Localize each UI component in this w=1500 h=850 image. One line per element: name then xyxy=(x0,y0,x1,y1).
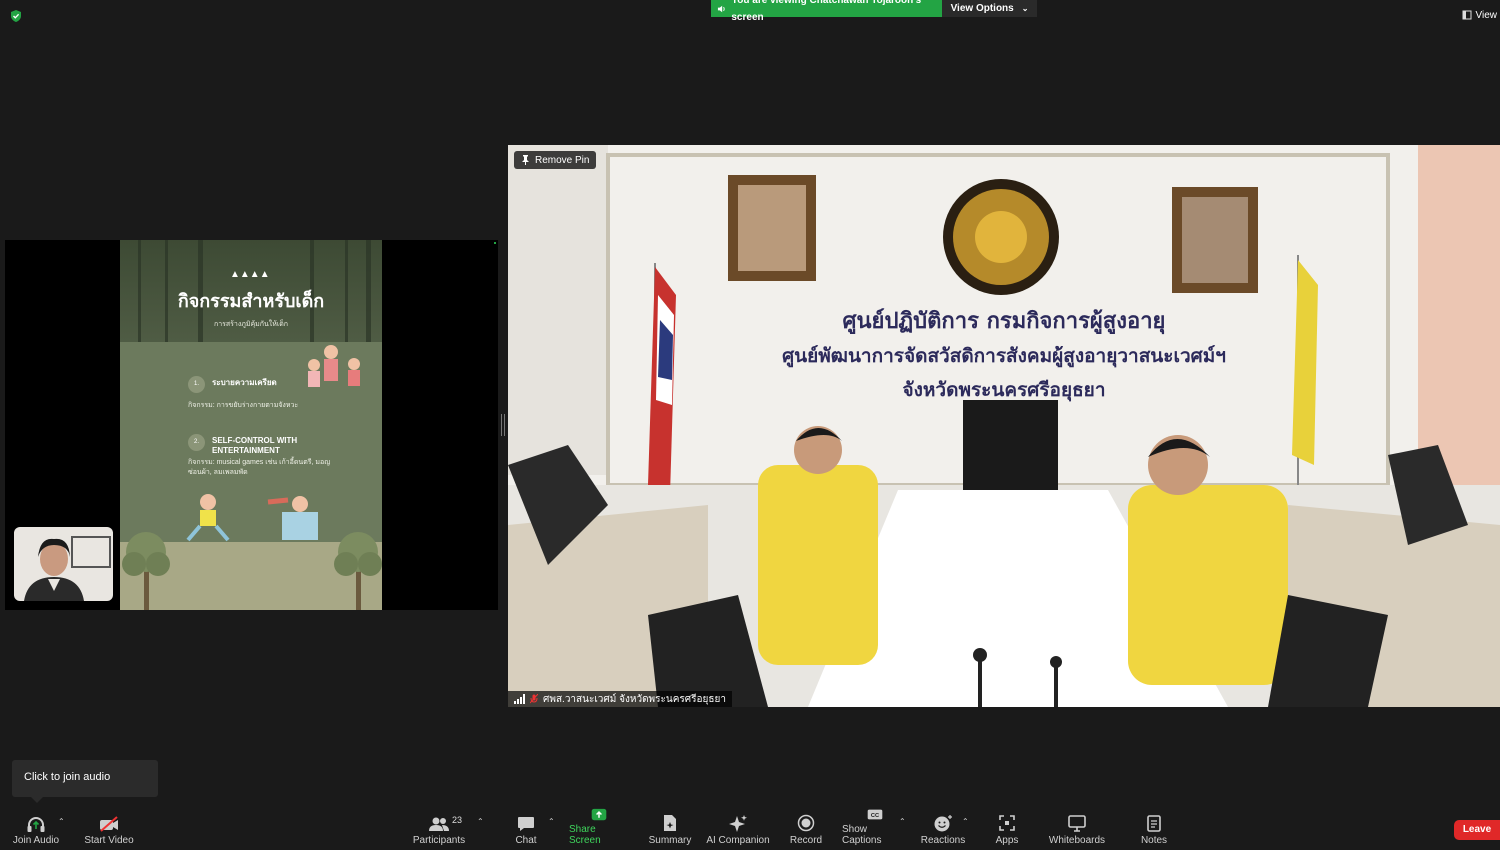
slide-subtitle: การสร้างภูมิคุ้มกันให้เด็ก xyxy=(213,321,289,328)
show-captions-label: Show Captions xyxy=(842,824,882,846)
sparkle-icon xyxy=(729,815,747,832)
item-title: SELF-CONTROL WITH ENTERTAINMENT xyxy=(212,436,298,455)
item-number: 2. xyxy=(188,434,205,451)
participant-name: ศพส.วาสนะเวศม์ จังหวัดพระนครศรีอยุธยา xyxy=(543,693,726,705)
join-audio-button[interactable]: Join Audio xyxy=(10,808,62,850)
view-layout-icon xyxy=(1462,10,1471,20)
chat-button[interactable]: Chat xyxy=(505,808,547,850)
reactions-label: Reactions xyxy=(920,835,966,846)
signal-strength-icon xyxy=(514,694,525,704)
chevron-down-icon: ⌄ xyxy=(1021,4,1029,13)
ai-companion-button[interactable]: AI Companion xyxy=(704,808,772,850)
remove-pin-label: Remove Pin xyxy=(535,154,590,166)
record-icon xyxy=(797,814,815,832)
closed-captions-icon: CC xyxy=(867,809,883,820)
participants-options-caret-icon[interactable]: ⌃ xyxy=(477,817,484,826)
summary-label: Summary xyxy=(648,835,692,846)
main-participant-video[interactable]: Remove Pin ศูนย์ปฏิบัติการ กรมกิจการผู้ส… xyxy=(508,145,1500,707)
whiteboards-label: Whiteboards xyxy=(1048,835,1106,846)
summary-icon xyxy=(664,815,676,831)
whiteboards-button[interactable]: Whiteboards xyxy=(1046,808,1108,850)
show-captions-button[interactable]: CC Show Captions xyxy=(842,808,908,850)
view-button[interactable]: View xyxy=(1462,6,1500,24)
ai-companion-label: AI Companion xyxy=(706,835,770,846)
smiley-icon xyxy=(934,815,952,832)
whiteboard-icon xyxy=(1068,815,1086,832)
join-audio-tooltip[interactable]: Click to join audio xyxy=(12,760,158,797)
slide-title: กิจกรรมสำหรับเด็ก xyxy=(177,291,325,311)
chat-options-caret-icon[interactable]: ⌃ xyxy=(548,817,555,826)
notes-icon xyxy=(1147,815,1161,832)
join-audio-label: Join Audio xyxy=(12,835,60,846)
apps-label: Apps xyxy=(995,835,1019,846)
splitter-handle[interactable] xyxy=(501,414,505,436)
reactions-button[interactable]: Reactions xyxy=(920,808,966,850)
presentation-slide: ▲▲▲▲ กิจกรรมสำหรับเด็ก การสร้างภูมิคุ้มก… xyxy=(120,240,382,610)
summary-button[interactable]: Summary xyxy=(645,808,695,850)
security-shield-icon[interactable] xyxy=(9,9,23,23)
chat-icon xyxy=(518,817,534,831)
record-button[interactable]: Record xyxy=(784,808,828,850)
active-dot xyxy=(494,242,496,244)
item-number: 1. xyxy=(188,376,205,393)
tooltip-arrow xyxy=(31,797,43,803)
apps-icon xyxy=(999,815,1015,831)
viewing-screen-banner: You are viewing Chatchawan Tojaroon's sc… xyxy=(711,0,942,23)
start-video-button[interactable]: Start Video xyxy=(82,808,136,850)
leave-button[interactable]: Leave xyxy=(1454,820,1500,840)
participants-label: Participants xyxy=(412,835,466,846)
share-screen-label: Share Screen xyxy=(569,824,601,846)
mic-muted-icon xyxy=(530,694,538,704)
participants-count: 23 xyxy=(452,815,463,825)
trees-decoration-icon: ▲▲▲▲ xyxy=(230,269,270,280)
pin-icon xyxy=(522,155,529,165)
participants-icon xyxy=(429,817,449,831)
headphones-icon xyxy=(27,817,45,832)
participant-name-tag: ศพส.วาสนะเวศม์ จังหวัดพระนครศรีอยุธยา xyxy=(508,691,732,707)
item-description: กิจกรรม: การขยับร่างกายตามจังหวะ xyxy=(188,402,299,409)
kids-playing-illustration-icon xyxy=(186,494,318,542)
view-label: View xyxy=(1475,9,1498,21)
sign-line: ศูนย์ปฏิบัติการ กรมกิจการผู้สูงอายุ xyxy=(842,308,1166,334)
presenter-avatar xyxy=(24,536,111,601)
svg-text:CC: CC xyxy=(871,813,879,819)
start-video-label: Start Video xyxy=(84,835,134,846)
tree-right-icon xyxy=(334,532,382,610)
view-options-label: View Options xyxy=(950,3,1014,14)
share-screen-icon xyxy=(591,808,607,821)
notes-label: Notes xyxy=(1140,835,1168,846)
presenter-thumbnail-video[interactable] xyxy=(14,527,113,601)
item-title: ระบายความเครียด xyxy=(212,378,277,387)
remove-pin-button[interactable]: Remove Pin xyxy=(514,151,597,169)
record-label: Record xyxy=(789,835,823,846)
sign-line: ศูนย์พัฒนาการจัดสวัสดิการสังคมผู้สูงอายุ… xyxy=(782,345,1226,367)
speaker-icon xyxy=(717,5,725,12)
share-screen-button[interactable]: Share Screen xyxy=(569,808,629,850)
reactions-options-caret-icon[interactable]: ⌃ xyxy=(962,817,969,826)
audio-options-caret-icon[interactable]: ⌃ xyxy=(58,817,65,826)
view-options-button[interactable]: View Options ⌄ xyxy=(942,0,1037,17)
video-off-icon xyxy=(100,816,118,832)
tree-left-icon xyxy=(122,532,170,610)
meeting-toolbar: Join Audio ⌃ Start Video Participants 23… xyxy=(0,808,1500,850)
room-scene xyxy=(508,145,1500,707)
children-illustration-icon xyxy=(308,345,360,387)
sign-line: จังหวัดพระนครศรีอยุธยา xyxy=(902,379,1106,401)
captions-options-caret-icon[interactable]: ⌃ xyxy=(899,817,906,826)
chat-label: Chat xyxy=(515,835,537,846)
viewing-banner-text: You are viewing Chatchawan Tojaroon's sc… xyxy=(731,0,922,23)
apps-button[interactable]: Apps xyxy=(990,808,1024,850)
item-description: กิจกรรม: musical games เช่น เก้าอี้ดนตรี… xyxy=(188,459,331,476)
notes-button[interactable]: Notes xyxy=(1134,808,1174,850)
